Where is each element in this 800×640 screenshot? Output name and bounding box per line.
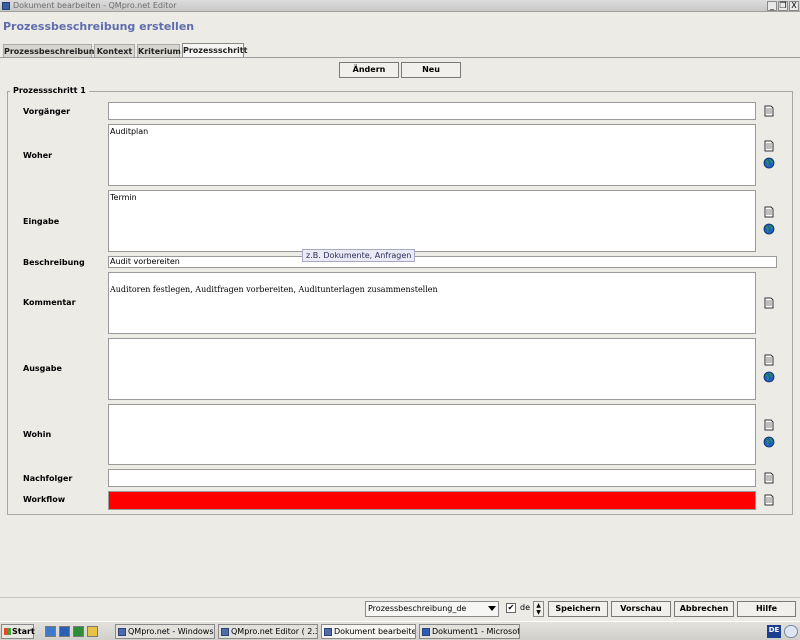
- document-icon[interactable]: [763, 206, 775, 218]
- task-label: Dokument bearbeiten - ...: [334, 627, 416, 636]
- globe-icon[interactable]: [763, 157, 775, 169]
- qmpro-icon: [324, 628, 332, 636]
- speichern-label: Speichern: [555, 604, 601, 613]
- wohin-label: Wohin: [23, 430, 52, 439]
- tab-prozessschritt[interactable]: Prozessschritt: [182, 43, 247, 58]
- workflow-field[interactable]: [108, 491, 756, 510]
- tab-kriterium[interactable]: Kriterium: [137, 44, 181, 58]
- bottom-separator: [0, 597, 800, 598]
- vorschau-button[interactable]: Vorschau: [611, 601, 671, 617]
- start-button[interactable]: Start: [1, 624, 35, 639]
- woher-field[interactable]: Auditplan: [108, 124, 756, 186]
- abbrechen-label: Abbrechen: [679, 604, 729, 613]
- beschreibung-field[interactable]: Audit vorbereiten: [108, 256, 777, 268]
- globe-icon[interactable]: [763, 436, 775, 448]
- eingabe-field[interactable]: Termin: [108, 190, 756, 252]
- excel-icon[interactable]: [73, 626, 84, 637]
- aendern-button[interactable]: Ändern: [339, 62, 399, 78]
- spinner-down-icon[interactable]: ▼: [536, 609, 541, 616]
- task-qmpro-windows[interactable]: QMpro.net - Windows In...: [115, 624, 215, 639]
- qmpro-icon: [221, 628, 229, 636]
- ausgabe-field[interactable]: [108, 338, 756, 400]
- language-indicator[interactable]: DE: [767, 625, 781, 638]
- document-icon[interactable]: [763, 419, 775, 431]
- page-title: Prozessbeschreibung erstellen: [3, 20, 195, 33]
- woher-label: Woher: [23, 151, 53, 160]
- beschreibung-tooltip: z.B. Dokumente, Anfragen: [302, 249, 416, 262]
- task-label: QMpro.net - Windows In...: [128, 627, 214, 636]
- maximize-button[interactable]: ❐: [778, 1, 788, 11]
- abbrechen-button[interactable]: Abbrechen: [674, 601, 734, 617]
- eingabe-label: Eingabe: [23, 217, 60, 226]
- language-checkbox[interactable]: ✔: [506, 603, 516, 613]
- kommentar-field[interactable]: Auditoren festlegen, Auditfragen vorbere…: [108, 272, 756, 334]
- close-button[interactable]: X: [789, 1, 799, 11]
- template-select-value: Prozessbeschreibung_de: [368, 604, 467, 613]
- vorschau-label: Vorschau: [620, 604, 662, 613]
- network-icon[interactable]: [784, 625, 798, 638]
- group-title: Prozessschritt 1: [10, 86, 89, 95]
- windows-logo-icon: [4, 628, 11, 635]
- minimize-button[interactable]: _: [767, 1, 777, 11]
- chevron-down-icon: [488, 606, 496, 611]
- spinner-up-icon[interactable]: ▲: [536, 602, 541, 609]
- tab-divider: [0, 57, 800, 58]
- word-icon[interactable]: [59, 626, 70, 637]
- language-spinner[interactable]: ▲ ▼: [533, 601, 544, 617]
- window-titlebar: Dokument bearbeiten - QMpro.net Editor _…: [0, 0, 800, 12]
- tab-kontext[interactable]: Kontext: [94, 44, 135, 58]
- workflow-label: Workflow: [23, 495, 66, 504]
- vorgaenger-label: Vorgänger: [23, 107, 71, 116]
- document-icon[interactable]: [763, 494, 775, 506]
- wohin-field[interactable]: [108, 404, 756, 465]
- document-icon[interactable]: [763, 472, 775, 484]
- document-icon[interactable]: [763, 354, 775, 366]
- tab-prozessbeschreibung[interactable]: Prozessbeschreibung: [3, 44, 100, 58]
- neu-button[interactable]: Neu: [401, 62, 461, 78]
- folder-icon[interactable]: [87, 626, 98, 637]
- vorgaenger-field[interactable]: [108, 102, 756, 120]
- word-icon: [422, 628, 430, 636]
- globe-icon[interactable]: [763, 371, 775, 383]
- task-dokument1-word[interactable]: Dokument1 - Microsoft ...: [419, 624, 520, 639]
- qmpro-icon: [118, 628, 126, 636]
- task-qmpro-editor[interactable]: QMpro.net Editor ( 2.31 ): [218, 624, 318, 639]
- template-select[interactable]: Prozessbeschreibung_de: [365, 601, 499, 617]
- task-label: QMpro.net Editor ( 2.31 ): [231, 627, 317, 636]
- document-icon[interactable]: [763, 105, 775, 117]
- hilfe-button[interactable]: Hilfe: [737, 601, 796, 617]
- task-dokument-bearbeiten[interactable]: Dokument bearbeiten - ...: [321, 624, 416, 639]
- taskbar: Start QMpro.net - Windows In... QMpro.ne…: [0, 621, 800, 640]
- document-icon[interactable]: [763, 297, 775, 309]
- kommentar-label: Kommentar: [23, 298, 76, 307]
- window-title: Dokument bearbeiten - QMpro.net Editor: [13, 1, 177, 10]
- language-label: de: [520, 603, 530, 612]
- start-label: Start: [12, 627, 35, 636]
- nachfolger-label: Nachfolger: [23, 474, 73, 483]
- task-label: Dokument1 - Microsoft ...: [432, 627, 520, 636]
- app-icon: [2, 2, 10, 10]
- nachfolger-field[interactable]: [108, 469, 756, 487]
- speichern-button[interactable]: Speichern: [548, 601, 608, 617]
- globe-icon[interactable]: [763, 223, 775, 235]
- hilfe-label: Hilfe: [755, 604, 778, 613]
- ausgabe-label: Ausgabe: [23, 364, 62, 373]
- browser-icon[interactable]: [45, 626, 56, 637]
- document-icon[interactable]: [763, 140, 775, 152]
- beschreibung-label: Beschreibung: [23, 258, 85, 267]
